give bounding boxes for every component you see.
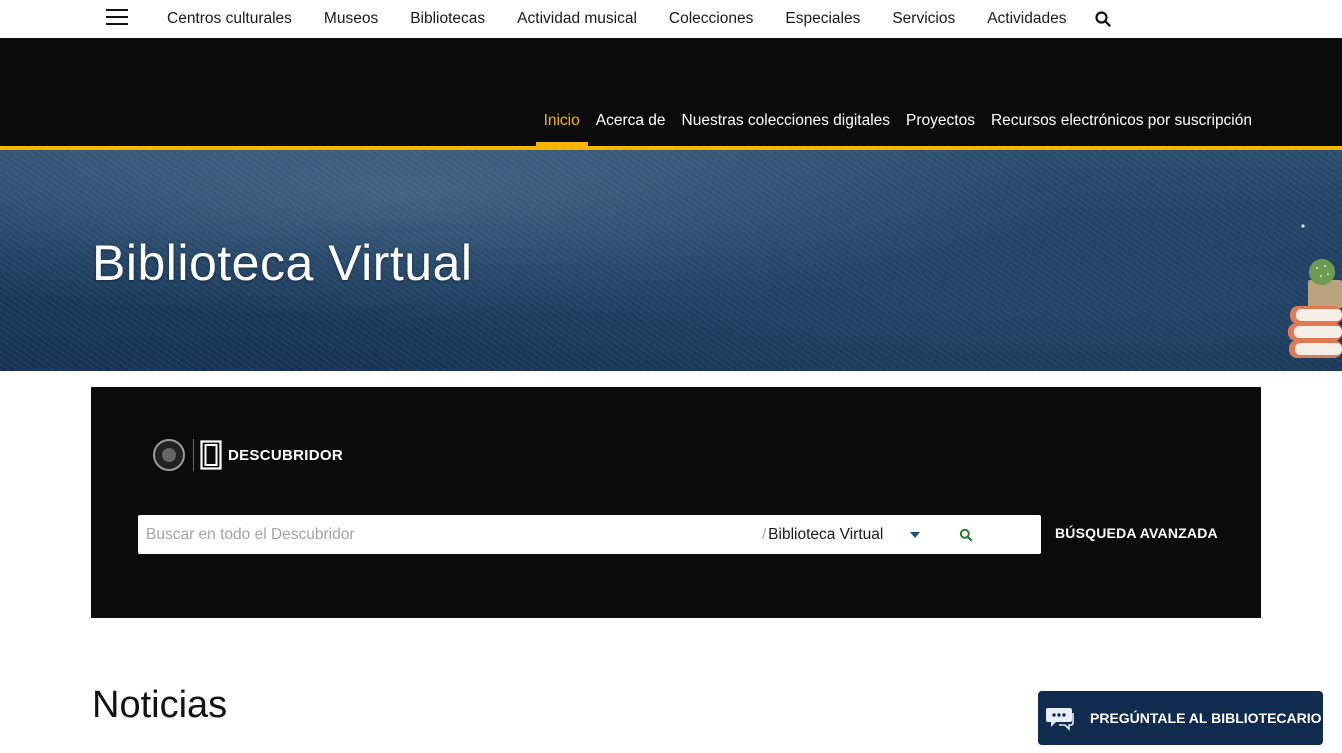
search-submit-button[interactable]: [946, 520, 986, 550]
search-icon: [959, 528, 973, 541]
top-navigation: Centros culturales Museos Bibliotecas Ac…: [0, 0, 1342, 38]
section-nav-items: Inicio Acerca de Nuestras colecciones di…: [535, 109, 1260, 147]
section-tab-inicio[interactable]: Inicio: [535, 109, 588, 147]
search-icon[interactable]: [1094, 10, 1112, 28]
page-title: Biblioteca Virtual: [92, 235, 473, 291]
chevron-down-icon: [910, 531, 921, 538]
topnav-item-bibliotecas[interactable]: Bibliotecas: [394, 10, 501, 28]
advanced-search-link[interactable]: BÚSQUEDA AVANZADA: [1055, 525, 1218, 541]
brand-name: DESCUBRIDOR: [228, 446, 343, 464]
section-tab-acerca-de[interactable]: Acerca de: [588, 109, 674, 147]
topnav-item-actividad-musical[interactable]: Actividad musical: [501, 10, 653, 28]
scope-separator: /: [762, 526, 767, 543]
logo-divider: [193, 439, 194, 471]
scope-selected-value: Biblioteca Virtual: [768, 525, 884, 543]
ask-librarian-button[interactable]: PREGÚNTALE AL BIBLIOTECARIO: [1038, 691, 1323, 745]
hero-banner: Biblioteca Virtual: [0, 150, 1342, 371]
section-tab-colecciones-digitales[interactable]: Nuestras colecciones digitales: [674, 109, 899, 147]
institution-seal-icon: [153, 439, 185, 471]
topnav-item-actividades[interactable]: Actividades: [971, 10, 1082, 28]
search-bar: / Biblioteca Virtual: [138, 515, 1041, 554]
descubridor-logo: DESCUBRIDOR: [153, 439, 343, 471]
ask-librarian-label: PREGÚNTALE AL BIBLIOTECARIO: [1090, 710, 1322, 726]
search-scope-dropdown[interactable]: Biblioteca Virtual: [768, 526, 928, 544]
discovery-search-panel: DESCUBRIDOR / Biblioteca Virtual BÚSQUED…: [91, 387, 1261, 618]
search-input[interactable]: [146, 519, 756, 550]
section-tab-proyectos[interactable]: Proyectos: [898, 109, 983, 147]
topnav-item-colecciones[interactable]: Colecciones: [653, 10, 769, 28]
hamburger-menu-icon[interactable]: [106, 9, 128, 27]
top-nav-items: Centros culturales Museos Bibliotecas Ac…: [151, 0, 1082, 38]
chat-bubbles-icon: [1046, 705, 1076, 731]
books-cactus-illustration: [1286, 220, 1342, 371]
news-heading: Noticias: [92, 684, 228, 726]
section-tab-recursos-electronicos[interactable]: Recursos electrónicos por suscripción: [983, 109, 1260, 147]
topnav-item-servicios[interactable]: Servicios: [876, 10, 971, 28]
topnav-item-centros-culturales[interactable]: Centros culturales: [151, 10, 308, 28]
topnav-item-museos[interactable]: Museos: [308, 10, 394, 28]
section-navigation-bar: Inicio Acerca de Nuestras colecciones di…: [0, 38, 1342, 147]
topnav-item-especiales[interactable]: Especiales: [769, 10, 876, 28]
book-icon: [200, 440, 222, 470]
